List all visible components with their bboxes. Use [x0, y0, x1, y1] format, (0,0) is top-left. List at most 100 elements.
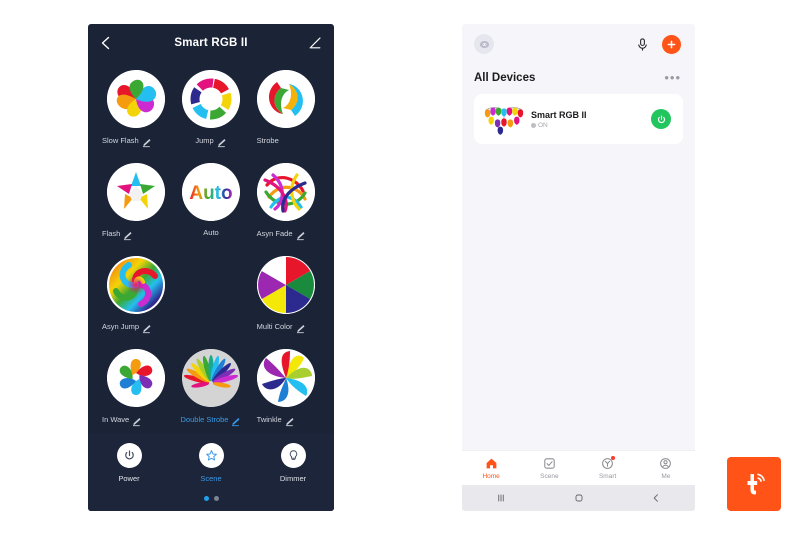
control-scene[interactable]: Scene	[181, 443, 241, 483]
left-phone-screen: Smart RGB II Slow Flash Jump Strobe Flas…	[88, 24, 334, 511]
left-bottom-control-bar: Power Scene Dimmer	[88, 433, 334, 511]
checkbox-icon	[544, 457, 555, 469]
tab-scene[interactable]: Scene	[520, 457, 578, 480]
pencil-edit-icon[interactable]	[142, 135, 152, 148]
back-button[interactable]	[617, 492, 695, 504]
effect-item[interactable]: Slow Flash	[98, 70, 173, 158]
effect-label: Flash	[102, 228, 121, 238]
effect-item[interactable]: Asyn Fade	[249, 163, 324, 251]
effect-label: In Wave	[102, 414, 130, 424]
tangled-ribbons-icon[interactable]	[257, 163, 316, 221]
effect-item[interactable]: Strobe	[249, 70, 324, 158]
microphone-icon[interactable]	[635, 37, 650, 52]
device-info: Smart RGB II ON	[531, 110, 587, 129]
effect-label-row: Auto	[173, 228, 248, 237]
effect-item[interactable]: Flash	[98, 163, 173, 251]
home-button[interactable]	[540, 492, 618, 504]
ellipsis-icon[interactable]: •••	[664, 71, 681, 84]
pencil-edit-icon[interactable]	[307, 35, 323, 51]
tab-me[interactable]: Me	[637, 457, 695, 480]
segmented-ring-icon[interactable]	[181, 70, 240, 128]
screenshot-stage: Smart RGB II Slow Flash Jump Strobe Flas…	[0, 0, 800, 533]
effect-label-row: Flash	[98, 228, 173, 241]
effect-label-row: Multi Color	[249, 321, 324, 334]
status-dot-icon	[531, 122, 536, 128]
right-phone-screen: All Devices ••• Smart RGB II ON Home Sce…	[462, 24, 695, 511]
effect-label-row: Asyn Fade	[249, 228, 324, 241]
radiating-petals-icon[interactable]	[181, 349, 240, 407]
effect-label-row: In Wave	[98, 414, 173, 427]
effect-item[interactable]: Jump	[173, 70, 248, 158]
svg-text:Auto: Auto	[189, 183, 232, 204]
tab-label: Scene	[540, 472, 559, 480]
color-wheel-icon[interactable]	[257, 349, 316, 407]
teardrop-swirl-icon[interactable]	[106, 349, 165, 407]
bulb-icon[interactable]	[280, 443, 306, 468]
pencil-edit-icon[interactable]	[123, 228, 133, 241]
top-bar-actions	[635, 34, 681, 54]
pencil-edit-icon[interactable]	[296, 228, 306, 241]
effect-label-row: Asyn Jump	[98, 321, 173, 334]
effect-item[interactable]: Twinkle	[249, 349, 324, 437]
page-dot[interactable]	[213, 496, 219, 501]
effect-item-selected[interactable]: Double Strobe	[173, 349, 248, 437]
star-icon[interactable]	[198, 443, 224, 468]
left-header-bar: Smart RGB II	[88, 24, 334, 62]
effect-label: Strobe	[256, 135, 279, 145]
tab-label: Home	[482, 472, 500, 480]
double-spiral-icon[interactable]	[257, 70, 316, 128]
device-name: Smart RGB II	[531, 109, 587, 120]
color-star-icon[interactable]	[106, 163, 165, 221]
home-icon	[486, 458, 496, 468]
control-dimmer[interactable]: Dimmer	[263, 443, 323, 483]
effect-label: Multi Color	[256, 321, 293, 331]
section-title: All Devices	[474, 72, 536, 84]
effect-label-row: Twinkle	[249, 414, 324, 427]
six-segment-wheel-icon[interactable]	[257, 256, 316, 314]
pencil-edit-icon[interactable]	[142, 321, 152, 334]
section-header: All Devices •••	[462, 64, 695, 94]
effect-item[interactable]: Multi Color	[249, 256, 324, 344]
back-chevron-icon	[653, 494, 659, 502]
effect-label-row: Strobe	[249, 135, 324, 145]
tab-smart[interactable]: Smart	[579, 455, 637, 480]
pencil-edit-icon[interactable]	[296, 321, 306, 334]
control-label: Power	[118, 474, 140, 483]
page-dot-active[interactable]	[203, 496, 209, 501]
add-device-button[interactable]	[662, 34, 681, 54]
effect-label: Asyn Jump	[102, 321, 140, 331]
status-badge: ON	[531, 122, 587, 129]
power-icon[interactable]	[116, 443, 142, 468]
effect-item[interactable]: In Wave	[98, 349, 173, 437]
pencil-edit-icon[interactable]	[231, 414, 241, 427]
effects-grid: Slow Flash Jump Strobe Flash Auto Auto A…	[88, 62, 334, 437]
effect-label: Slow Flash	[102, 135, 139, 145]
pencil-edit-icon[interactable]	[285, 414, 295, 427]
device-power-toggle[interactable]	[651, 109, 671, 129]
page-title: Smart RGB II	[174, 37, 248, 49]
control-label: Dimmer	[279, 474, 307, 483]
right-top-bar	[462, 24, 695, 64]
rainbow-spiral-icon[interactable]	[106, 256, 165, 314]
effect-item[interactable]: Auto Auto	[173, 163, 248, 251]
tab-home[interactable]: Home	[462, 457, 520, 480]
notification-badge	[610, 455, 615, 460]
effect-label: Double Strobe	[180, 414, 229, 424]
chevron-left-icon[interactable]	[98, 35, 114, 51]
string-lights-icon	[483, 102, 525, 136]
home-square-icon	[575, 494, 582, 502]
effect-item[interactable]: Asyn Jump	[98, 256, 173, 344]
auto-rainbow-text-icon[interactable]: Auto	[181, 163, 240, 221]
effect-label: Asyn Fade	[256, 228, 293, 238]
device-card[interactable]: Smart RGB II ON	[474, 94, 683, 144]
pinwheel-swirl-icon[interactable]	[106, 70, 165, 128]
pencil-edit-icon[interactable]	[217, 135, 227, 148]
pencil-edit-icon[interactable]	[132, 414, 142, 427]
tab-label: Me	[661, 472, 671, 480]
recents-button[interactable]	[462, 492, 540, 504]
effect-item-placeholder	[173, 256, 248, 344]
user-avatar-icon[interactable]	[474, 34, 494, 54]
tab-label: Smart	[598, 472, 617, 480]
control-power[interactable]: Power	[99, 443, 159, 483]
